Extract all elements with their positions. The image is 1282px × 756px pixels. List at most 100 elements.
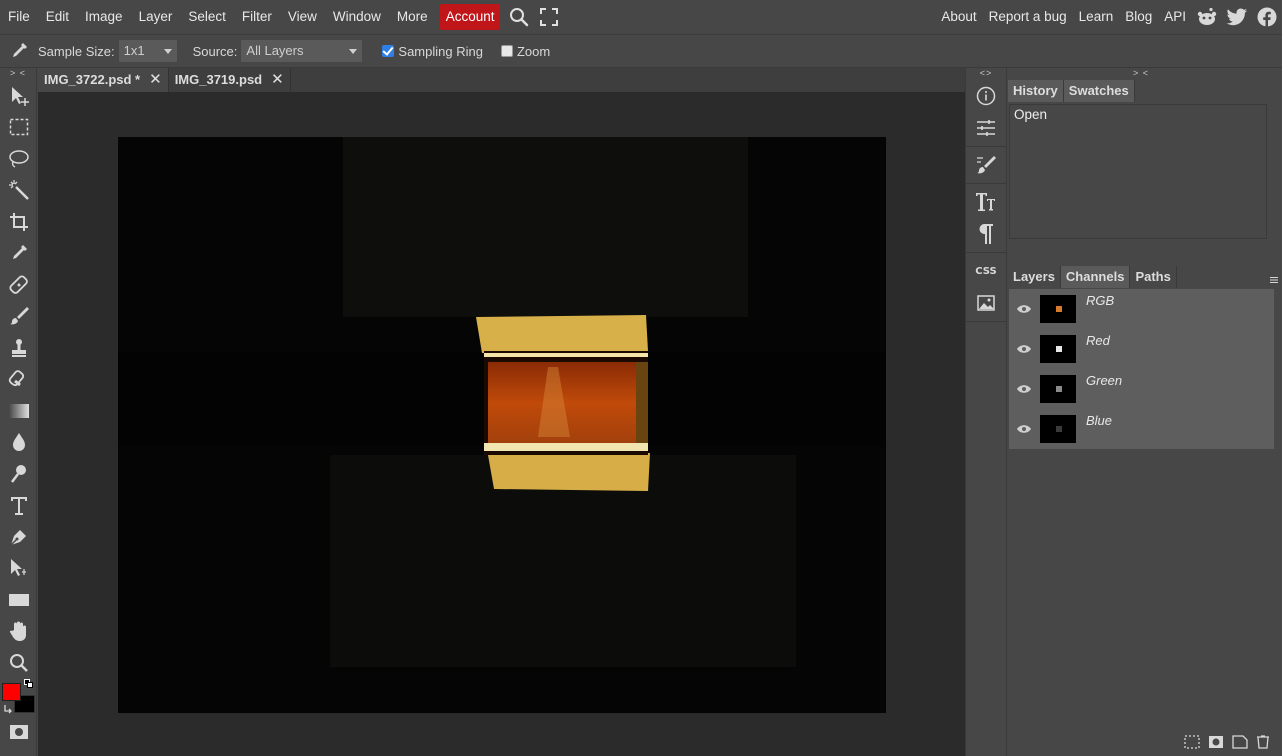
chevron-down-icon: [349, 49, 358, 54]
dodge-tool-icon[interactable]: [0, 458, 37, 490]
document-image[interactable]: [118, 137, 886, 713]
channel-row-rgb[interactable]: RGB: [1009, 289, 1274, 329]
toolbar-collapse-toggle[interactable]: > <: [0, 68, 36, 80]
document-tabs: IMG_3722.psd * ✕ IMG_3719.psd ✕: [38, 68, 965, 92]
blog-link[interactable]: Blog: [1119, 0, 1158, 34]
adjustments-icon[interactable]: [966, 112, 1006, 144]
foreground-color-swatch[interactable]: [2, 682, 21, 701]
sampling-ring-label[interactable]: Sampling Ring: [398, 44, 483, 59]
type-tool-icon[interactable]: [0, 490, 37, 522]
blur-tool-icon[interactable]: [0, 427, 37, 459]
search-icon[interactable]: [504, 0, 534, 34]
zoom-tool-icon[interactable]: [0, 647, 37, 679]
options-bar: Sample Size: 1x1 Source: All Layers Samp…: [0, 34, 1282, 68]
paragraph-icon[interactable]: [966, 218, 1006, 250]
clone-stamp-tool-icon[interactable]: [0, 332, 37, 364]
channel-as-selection-icon[interactable]: [1184, 735, 1200, 752]
learn-link[interactable]: Learn: [1073, 0, 1120, 34]
api-link[interactable]: API: [1158, 0, 1192, 34]
visibility-eye-icon[interactable]: [1009, 383, 1039, 395]
chevron-down-icon: [163, 49, 172, 54]
channel-thumbnail: [1040, 295, 1076, 323]
css-icon[interactable]: CSS: [966, 255, 1006, 287]
move-tool-icon[interactable]: [0, 80, 37, 112]
menu-more[interactable]: More: [389, 0, 436, 34]
twitter-icon[interactable]: [1222, 0, 1252, 34]
tab-paths[interactable]: Paths: [1130, 266, 1177, 288]
lasso-tool-icon[interactable]: [0, 143, 37, 175]
channel-row-red[interactable]: Red: [1009, 329, 1274, 369]
menu-window[interactable]: Window: [325, 0, 389, 34]
channel-row-blue[interactable]: Blue: [1009, 409, 1274, 449]
hand-tool-icon[interactable]: [0, 616, 37, 648]
channel-thumbnail: [1040, 375, 1076, 403]
panels-collapse-toggle[interactable]: > <: [1008, 68, 1274, 80]
zoom-checkbox[interactable]: [500, 45, 513, 57]
swap-colors-icon[interactable]: [3, 703, 15, 715]
new-channel-icon[interactable]: [1232, 735, 1248, 752]
trash-icon[interactable]: [1256, 735, 1270, 752]
fullscreen-icon[interactable]: [534, 0, 564, 34]
eraser-tool-icon[interactable]: [0, 364, 37, 396]
report-bug-link[interactable]: Report a bug: [983, 0, 1073, 34]
tab-swatches[interactable]: Swatches: [1063, 80, 1135, 102]
tab-layers[interactable]: Layers: [1008, 266, 1061, 288]
channel-name: Green: [1086, 373, 1123, 388]
channel-row-green[interactable]: Green: [1009, 369, 1274, 409]
sampling-ring-checkbox[interactable]: [382, 45, 395, 57]
menu-select[interactable]: Select: [180, 0, 234, 34]
visibility-eye-icon[interactable]: [1009, 423, 1039, 435]
tab-history[interactable]: History: [1008, 80, 1064, 102]
history-entry-open[interactable]: Open: [1010, 105, 1266, 127]
tab-img-3722[interactable]: IMG_3722.psd * ✕: [38, 68, 169, 92]
sample-size-select[interactable]: 1x1: [118, 40, 177, 62]
facebook-icon[interactable]: [1252, 0, 1282, 34]
channel-thumbnail: [1040, 335, 1076, 363]
eyedropper-tool-icon[interactable]: [0, 238, 37, 270]
close-icon[interactable]: ✕: [271, 68, 284, 92]
menu-filter[interactable]: Filter: [234, 0, 280, 34]
visibility-eye-icon[interactable]: [1009, 303, 1039, 315]
channels-list: RGB Red Green Blue: [1009, 289, 1274, 449]
magic-wand-tool-icon[interactable]: [0, 175, 37, 207]
canvas-workspace[interactable]: [38, 92, 965, 756]
visibility-eye-icon[interactable]: [1009, 343, 1039, 355]
reddit-icon[interactable]: [1192, 0, 1222, 34]
character-icon[interactable]: [966, 186, 1006, 218]
channels-footer: [1184, 735, 1270, 752]
menu-bar: File Edit Image Layer Select Filter View…: [0, 0, 1282, 34]
eyedropper-icon: [0, 41, 38, 61]
photo-content: [118, 137, 886, 713]
crop-tool-icon[interactable]: [0, 206, 37, 238]
zoom-label[interactable]: Zoom: [517, 44, 550, 59]
account-button[interactable]: Account: [439, 4, 501, 30]
quick-mask-icon[interactable]: [0, 719, 37, 745]
layers-panel-header: Layers Channels Paths: [1008, 266, 1282, 289]
default-colors-icon[interactable]: [24, 678, 34, 689]
gradient-tool-icon[interactable]: [0, 395, 37, 427]
menu-image[interactable]: Image: [77, 0, 131, 34]
info-icon[interactable]: [966, 80, 1006, 112]
healing-brush-tool-icon[interactable]: [0, 269, 37, 301]
brush-settings-icon[interactable]: [966, 149, 1006, 181]
tab-img-3719[interactable]: IMG_3719.psd ✕: [169, 68, 291, 92]
pen-tool-icon[interactable]: [0, 521, 37, 553]
marquee-tool-icon[interactable]: [0, 112, 37, 144]
menu-file[interactable]: File: [0, 0, 38, 34]
menu-layer[interactable]: Layer: [131, 0, 181, 34]
close-icon[interactable]: ✕: [149, 68, 162, 92]
rectangle-tool-icon[interactable]: [0, 584, 37, 616]
about-link[interactable]: About: [935, 0, 982, 34]
panel-icon-bar: <> CSS: [965, 68, 1007, 756]
channel-thumbnail: [1040, 415, 1076, 443]
menu-edit[interactable]: Edit: [38, 0, 77, 34]
tab-channels[interactable]: Channels: [1060, 266, 1131, 288]
panel-menu-icon[interactable]: [1270, 272, 1278, 283]
path-select-tool-icon[interactable]: [0, 553, 37, 585]
brush-tool-icon[interactable]: [0, 301, 37, 333]
menu-view[interactable]: View: [280, 0, 325, 34]
image-icon[interactable]: [966, 287, 1006, 319]
source-select[interactable]: All Layers: [241, 40, 363, 62]
save-selection-icon[interactable]: [1208, 735, 1224, 752]
iconbar-collapse-toggle[interactable]: <>: [966, 68, 1006, 80]
